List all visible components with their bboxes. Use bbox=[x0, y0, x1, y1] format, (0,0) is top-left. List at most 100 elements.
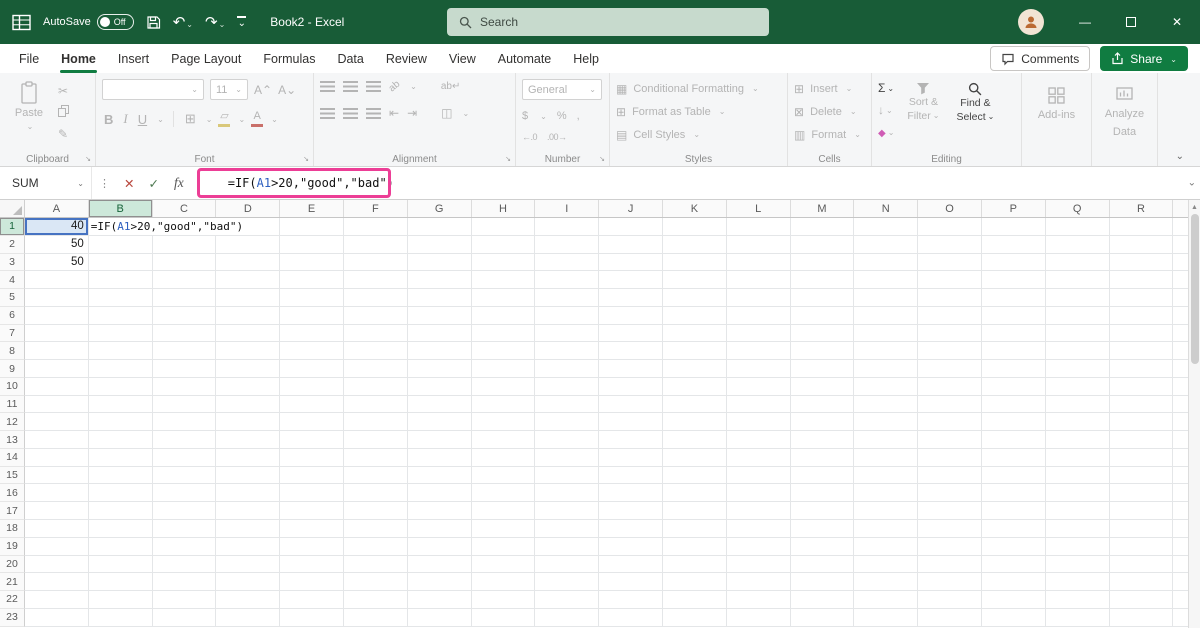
cell-O18[interactable] bbox=[918, 520, 982, 538]
cell-I1[interactable] bbox=[535, 218, 600, 236]
cell-R2[interactable] bbox=[1109, 235, 1174, 254]
analyze-data-button[interactable]: Analyze Data bbox=[1098, 79, 1151, 152]
cell-H19[interactable] bbox=[471, 537, 536, 556]
number-format-combo[interactable]: General bbox=[522, 79, 602, 100]
cell-L23[interactable] bbox=[726, 608, 791, 627]
cell-C4[interactable] bbox=[152, 271, 217, 290]
cell-K14[interactable] bbox=[662, 448, 727, 467]
cell-P23[interactable] bbox=[981, 608, 1046, 627]
cell-K8[interactable] bbox=[662, 342, 727, 361]
cell-D7[interactable] bbox=[216, 324, 281, 343]
column-header-Q[interactable]: Q bbox=[1046, 200, 1110, 217]
cell-A7[interactable] bbox=[25, 324, 89, 343]
cell-C13[interactable] bbox=[152, 431, 217, 449]
cell-R12[interactable] bbox=[1109, 413, 1174, 432]
cell-D12[interactable] bbox=[216, 413, 281, 432]
cell-M2[interactable] bbox=[790, 235, 855, 254]
cell-N21[interactable] bbox=[854, 573, 919, 592]
cell-C22[interactable] bbox=[152, 591, 217, 609]
row-header-5[interactable]: 5 bbox=[0, 289, 25, 307]
cell-styles-button[interactable]: ▤ Cell Styles bbox=[616, 128, 781, 142]
cell-H3[interactable] bbox=[471, 253, 536, 272]
cell-H17[interactable] bbox=[471, 502, 536, 521]
cell-B13[interactable] bbox=[88, 431, 153, 449]
cell-O1[interactable] bbox=[918, 218, 982, 236]
cell-B10[interactable] bbox=[88, 377, 153, 396]
cell-C6[interactable] bbox=[152, 306, 217, 325]
cell-O2[interactable] bbox=[918, 235, 982, 254]
cell-Q8[interactable] bbox=[1045, 342, 1110, 361]
cell-P15[interactable] bbox=[981, 466, 1046, 485]
cell-H20[interactable] bbox=[471, 555, 536, 574]
cell-N10[interactable] bbox=[854, 377, 919, 396]
cell-O19[interactable] bbox=[918, 537, 982, 556]
cell-Q22[interactable] bbox=[1045, 591, 1110, 609]
cell-A10[interactable] bbox=[25, 377, 89, 396]
column-header-B[interactable]: B bbox=[88, 200, 153, 217]
cell-L9[interactable] bbox=[726, 360, 791, 378]
insert-cells-button[interactable]: ⊞ Insert bbox=[794, 82, 865, 96]
cell-F17[interactable] bbox=[343, 502, 408, 521]
cell-A4[interactable] bbox=[25, 271, 89, 290]
cell-E18[interactable] bbox=[280, 520, 344, 538]
cell-Q18[interactable] bbox=[1045, 520, 1110, 538]
cell-M20[interactable] bbox=[790, 555, 855, 574]
column-header-J[interactable]: J bbox=[599, 200, 663, 217]
cell-N7[interactable] bbox=[854, 324, 919, 343]
cell-H23[interactable] bbox=[471, 608, 536, 627]
cell-M5[interactable] bbox=[790, 289, 855, 307]
cell-Q2[interactable] bbox=[1045, 235, 1110, 254]
cell-Q21[interactable] bbox=[1045, 573, 1110, 592]
cell-P16[interactable] bbox=[981, 484, 1046, 503]
cell-M12[interactable] bbox=[790, 413, 855, 432]
cell-E9[interactable] bbox=[280, 360, 344, 378]
cell-N4[interactable] bbox=[854, 271, 919, 290]
cell-B14[interactable] bbox=[88, 448, 153, 467]
tab-formulas[interactable]: Formulas bbox=[252, 44, 326, 73]
cell-M4[interactable] bbox=[790, 271, 855, 290]
cell-E5[interactable] bbox=[280, 289, 344, 307]
borders-button[interactable]: ⊞ bbox=[183, 111, 198, 127]
cell-H18[interactable] bbox=[471, 520, 536, 538]
cell-A14[interactable] bbox=[25, 448, 89, 467]
cell-A1[interactable]: 40 bbox=[25, 218, 89, 236]
cell-J21[interactable] bbox=[599, 573, 663, 592]
cell-C11[interactable] bbox=[152, 395, 217, 414]
cell-F11[interactable] bbox=[343, 395, 408, 414]
cell-C2[interactable] bbox=[152, 235, 217, 254]
font-color-button[interactable]: A bbox=[251, 111, 264, 127]
cell-G12[interactable] bbox=[407, 413, 472, 432]
row-header-18[interactable]: 18 bbox=[0, 520, 25, 538]
tab-automate[interactable]: Automate bbox=[487, 44, 563, 73]
cell-D15[interactable] bbox=[216, 466, 281, 485]
cell-H14[interactable] bbox=[471, 448, 536, 467]
cell-K4[interactable] bbox=[662, 271, 727, 290]
cell-D8[interactable] bbox=[216, 342, 281, 361]
cell-I6[interactable] bbox=[535, 306, 600, 325]
cell-O21[interactable] bbox=[918, 573, 982, 592]
cell-R7[interactable] bbox=[1109, 324, 1174, 343]
cell-I21[interactable] bbox=[535, 573, 600, 592]
cell-H4[interactable] bbox=[471, 271, 536, 290]
cell-D17[interactable] bbox=[216, 502, 281, 521]
cell-E22[interactable] bbox=[280, 591, 344, 609]
search-box[interactable]: Search bbox=[447, 8, 769, 36]
cell-R8[interactable] bbox=[1109, 342, 1174, 361]
column-header-P[interactable]: P bbox=[982, 200, 1046, 217]
cell-Q10[interactable] bbox=[1045, 377, 1110, 396]
cell-H5[interactable] bbox=[471, 289, 536, 307]
cell-G17[interactable] bbox=[407, 502, 472, 521]
cell-O17[interactable] bbox=[918, 502, 982, 521]
cell-F16[interactable] bbox=[343, 484, 408, 503]
cell-B21[interactable] bbox=[88, 573, 153, 592]
bold-button[interactable]: B bbox=[102, 112, 115, 127]
cell-Q15[interactable] bbox=[1045, 466, 1110, 485]
cell-I16[interactable] bbox=[535, 484, 600, 503]
scrollbar-thumb[interactable] bbox=[1190, 214, 1199, 364]
cell-A15[interactable] bbox=[25, 466, 89, 485]
font-dialog-launcher[interactable]: ↘ bbox=[303, 155, 309, 163]
row-header-7[interactable]: 7 bbox=[0, 324, 25, 343]
cell-F9[interactable] bbox=[343, 360, 408, 378]
row-header-17[interactable]: 17 bbox=[0, 502, 25, 521]
cell-B11[interactable] bbox=[88, 395, 153, 414]
